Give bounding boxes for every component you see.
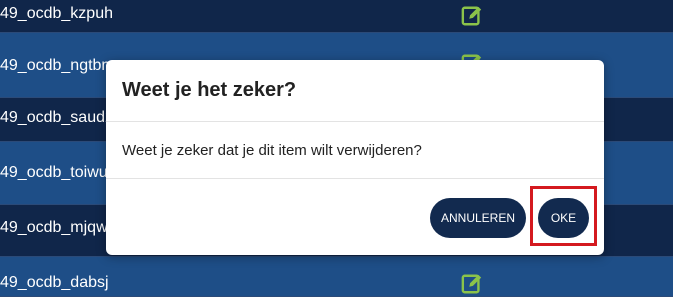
- dialog-body: Weet je zeker dat je dit item wilt verwi…: [106, 122, 604, 179]
- dialog-message: Weet je zeker dat je dit item wilt verwi…: [122, 141, 422, 159]
- dialog-header: Weet je het zeker?: [106, 60, 604, 122]
- dialog-title: Weet je het zeker?: [122, 79, 297, 101]
- ok-button-highlight: [530, 186, 597, 246]
- cancel-button[interactable]: ANNULEREN: [430, 198, 526, 238]
